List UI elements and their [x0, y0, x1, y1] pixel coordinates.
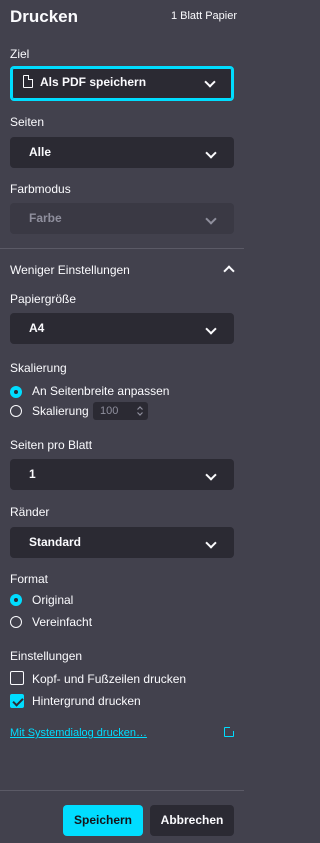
- chevron-down-icon: [204, 76, 216, 88]
- color-mode-value: Farbe: [29, 211, 62, 225]
- destination-select[interactable]: Als PDF speichern: [10, 66, 234, 101]
- pages-per-sheet-select[interactable]: 1: [10, 459, 234, 490]
- pages-label: Seiten: [10, 115, 45, 129]
- save-button[interactable]: Speichern: [63, 805, 143, 836]
- divider: [0, 248, 244, 249]
- format-original-label[interactable]: Original: [32, 593, 73, 607]
- footer-divider: [0, 790, 244, 791]
- external-link-icon[interactable]: [224, 726, 235, 737]
- more-settings-toggle[interactable]: Weniger Einstellungen: [10, 263, 130, 277]
- chevron-down-icon: [205, 147, 217, 159]
- cancel-button[interactable]: Abbrechen: [150, 805, 234, 836]
- scaling-custom-radio[interactable]: [10, 405, 22, 417]
- chevron-down-icon: [205, 213, 217, 225]
- scaling-fit-label[interactable]: An Seitenbreite anpassen: [32, 384, 169, 398]
- format-label: Format: [10, 572, 49, 586]
- headers-footers-label[interactable]: Kopf- und Fußzeilen drucken: [32, 672, 186, 686]
- destination-value: Als PDF speichern: [40, 75, 147, 89]
- margins-value: Standard: [29, 535, 82, 549]
- pages-select[interactable]: Alle: [10, 137, 234, 168]
- margins-label: Ränder: [10, 505, 50, 519]
- paper-size-value: A4: [29, 321, 45, 335]
- color-mode-select: Farbe: [10, 203, 234, 234]
- sheet-count: 1 Blatt Papier: [170, 10, 237, 22]
- pages-per-sheet-value: 1: [29, 467, 36, 481]
- chevron-down-icon: [205, 323, 217, 335]
- margins-select[interactable]: Standard: [10, 527, 234, 558]
- backgrounds-checkbox[interactable]: [10, 694, 24, 708]
- destination-label: Ziel: [10, 47, 30, 61]
- chevron-up-icon[interactable]: [223, 265, 235, 277]
- format-simplified-radio[interactable]: [10, 616, 22, 628]
- pages-per-sheet-label: Seiten pro Blatt: [10, 438, 93, 452]
- format-original-radio[interactable]: [10, 594, 22, 606]
- scaling-fit-radio[interactable]: [10, 386, 22, 398]
- headers-footers-checkbox[interactable]: [10, 671, 24, 685]
- format-simplified-label[interactable]: Vereinfacht: [32, 615, 92, 629]
- color-mode-label: Farbmodus: [10, 182, 71, 196]
- document-icon: [23, 75, 33, 88]
- chevron-down-icon: [205, 537, 217, 549]
- paper-size-select[interactable]: A4: [10, 313, 234, 344]
- scaling-custom-label[interactable]: Skalierung: [32, 404, 89, 418]
- chevron-down-icon: [205, 469, 217, 481]
- paper-size-label: Papiergröße: [10, 292, 77, 306]
- settings-label: Einstellungen: [10, 649, 83, 663]
- scaling-input-value: 100: [100, 405, 119, 417]
- scaling-input: 100: [93, 402, 148, 420]
- scaling-label: Skalierung: [10, 361, 67, 375]
- pages-value: Alle: [29, 145, 52, 159]
- system-dialog-link[interactable]: Mit Systemdialog drucken…: [10, 727, 147, 739]
- dialog-title: Drucken: [10, 7, 79, 26]
- spinner-icon: [137, 406, 143, 416]
- backgrounds-label[interactable]: Hintergrund drucken: [32, 694, 141, 708]
